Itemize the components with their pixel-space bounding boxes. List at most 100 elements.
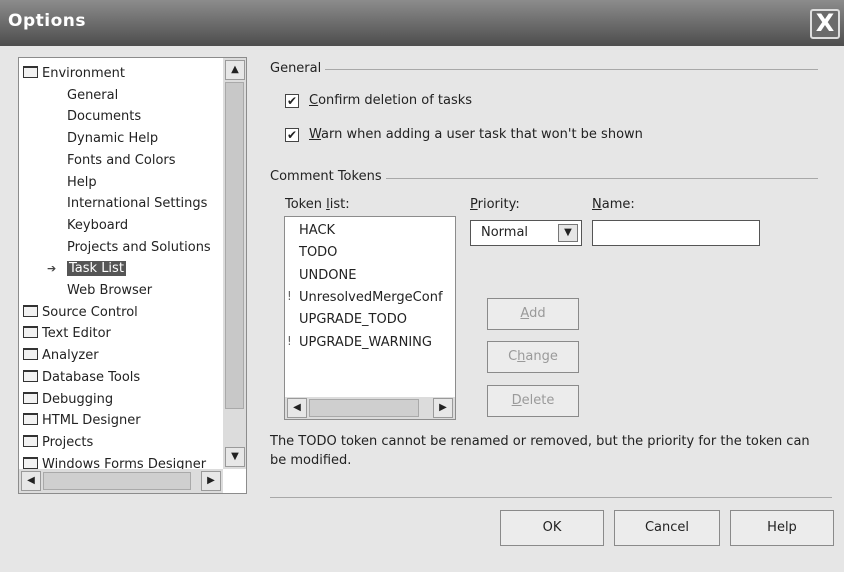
folder-icon: [23, 434, 38, 447]
token-list-label: Token list:: [285, 197, 350, 212]
tree-item-label: Projects and Solutions: [67, 239, 211, 255]
help-button[interactable]: Help: [730, 510, 834, 546]
token-item-label: HACK: [299, 223, 336, 238]
tree-item-label: Documents: [67, 109, 142, 125]
priority-dropdown[interactable]: Normal ▼: [470, 220, 582, 246]
tree-item[interactable]: Web Browser: [67, 281, 152, 301]
footer-divider: [270, 497, 832, 498]
tree-item[interactable]: Source Control: [23, 303, 138, 323]
token-item-label: UNDONE: [299, 267, 357, 283]
tree-item-label: General: [67, 87, 119, 103]
options-dialog: Options X Environment General Documents Dyn…: [0, 0, 844, 572]
tree-item[interactable]: HTML Designer: [23, 411, 141, 431]
tree-item[interactable]: Projects: [23, 433, 93, 453]
scroll-right-icon[interactable]: ▶: [201, 471, 221, 491]
tree-item[interactable]: Documents: [67, 107, 141, 127]
priority-label: Priority:: [470, 197, 520, 212]
options-tree[interactable]: Environment General Documents Dynamic Help F…: [18, 57, 247, 494]
token-item-label: UPGRADE_WARNING: [299, 334, 432, 350]
folder-open-icon: [23, 66, 38, 78]
tree-item-label: Projects: [42, 434, 94, 450]
tree-item-label: HTML Designer: [42, 413, 141, 429]
priority-value: Normal: [481, 225, 529, 240]
scroll-up-icon[interactable]: ▲: [225, 60, 245, 80]
selected-arrow-icon: ➔: [47, 262, 57, 276]
tree-item[interactable]: Database Tools: [23, 368, 140, 388]
tree-vertical-scrollbar[interactable]: ▲ ▼: [223, 58, 246, 469]
warning-icon: !: [287, 333, 292, 348]
folder-icon: [23, 456, 38, 469]
scroll-down-icon[interactable]: ▼: [225, 447, 245, 467]
tree-item[interactable]: Keyboard: [67, 216, 128, 236]
tree-item-label: Dynamic Help: [67, 131, 159, 147]
general-heading: General: [270, 61, 326, 76]
tree-item-label: Analyzer: [42, 348, 99, 364]
token-item-label: UPGRADE_TODO: [299, 312, 407, 328]
tree-item[interactable]: International Settings: [67, 194, 207, 214]
tree-horizontal-scrollbar[interactable]: ◀ ▶: [19, 469, 223, 493]
delete-button[interactable]: Delete: [487, 385, 579, 417]
token-item[interactable]: UPGRADE_TODO: [299, 309, 407, 331]
token-note: The TODO token cannot be renamed or remo…: [270, 434, 810, 468]
add-button[interactable]: Add: [487, 298, 579, 330]
tree-item-label: International Settings: [67, 196, 208, 212]
horizontal-scroll-thumb[interactable]: [43, 472, 191, 490]
tree-item-label: Help: [67, 174, 97, 190]
token-item[interactable]: TODO: [299, 242, 337, 264]
token-item[interactable]: UPGRADE_WARNING: [299, 332, 432, 354]
tree-item-label: Keyboard: [67, 217, 129, 233]
tree-item[interactable]: Projects and Solutions: [67, 238, 211, 258]
folder-icon: [23, 304, 38, 317]
folder-icon: [23, 326, 38, 339]
token-item-label: TODO: [299, 245, 338, 261]
dialog-title: Options: [8, 11, 86, 31]
token-item[interactable]: UnresolvedMergeConf: [299, 287, 443, 309]
comment-tokens-heading: Comment Tokens: [270, 169, 386, 184]
tree-item[interactable]: Environment: [23, 64, 125, 84]
vertical-scroll-thumb[interactable]: [225, 82, 244, 409]
close-icon[interactable]: X: [810, 9, 840, 39]
change-button[interactable]: Change: [487, 341, 579, 373]
folder-icon: [23, 369, 38, 382]
scroll-left-icon[interactable]: ◀: [287, 398, 307, 418]
tree-item[interactable]: Text Editor: [23, 324, 111, 344]
tree-item[interactable]: Dynamic Help: [67, 129, 158, 149]
tree-item-label: Text Editor: [42, 326, 111, 342]
cancel-button[interactable]: Cancel: [614, 510, 720, 546]
tree-item-label: Debugging: [42, 391, 114, 407]
confirm-deletion-label[interactable]: Confirm deletion of tasks: [309, 93, 472, 108]
folder-icon: [23, 348, 38, 361]
tree-item-label: Source Control: [42, 304, 138, 320]
warn-adding-checkbox[interactable]: ✔: [285, 128, 299, 142]
name-input[interactable]: [592, 220, 760, 246]
tree-item[interactable]: General: [67, 86, 118, 106]
warn-adding-label[interactable]: Warn when adding a user task that won't …: [309, 127, 643, 142]
tree-item-label: Fonts and Colors: [67, 152, 176, 168]
chevron-down-icon[interactable]: ▼: [558, 224, 578, 242]
token-item-label: UnresolvedMergeConf: [299, 289, 443, 305]
tree-item-label: Environment: [42, 66, 126, 81]
title-bar[interactable]: Options X: [0, 0, 844, 46]
warning-icon: !: [287, 288, 292, 303]
token-item[interactable]: UNDONE: [299, 265, 356, 287]
token-list[interactable]: HACK TODO UNDONE UnresolvedMergeConf! UPGRAD…: [284, 216, 456, 420]
folder-icon: [23, 391, 38, 404]
tree-item-label: Database Tools: [42, 369, 141, 385]
general-group-line: [270, 69, 818, 70]
horizontal-scroll-thumb[interactable]: [309, 399, 419, 417]
token-item[interactable]: HACK: [299, 220, 335, 242]
confirm-deletion-checkbox[interactable]: ✔: [285, 94, 299, 108]
tree-item[interactable]: Debugging: [23, 390, 113, 410]
scroll-right-icon[interactable]: ▶: [433, 398, 453, 418]
tree-item[interactable]: Help: [67, 173, 97, 193]
tree-item-label: Web Browser: [67, 283, 153, 298]
tree-item[interactable]: Analyzer: [23, 346, 99, 366]
ok-button[interactable]: OK: [500, 510, 604, 546]
tree-item[interactable]: Fonts and Colors: [67, 151, 176, 171]
scroll-left-icon[interactable]: ◀: [21, 471, 41, 491]
name-label: Name:: [592, 197, 635, 212]
tree-item-label: Task List: [67, 261, 126, 277]
tree-item[interactable]: ➔ Task List: [47, 259, 126, 279]
folder-icon: [23, 413, 38, 426]
token-list-horizontal-scrollbar[interactable]: ◀ ▶: [285, 397, 455, 419]
